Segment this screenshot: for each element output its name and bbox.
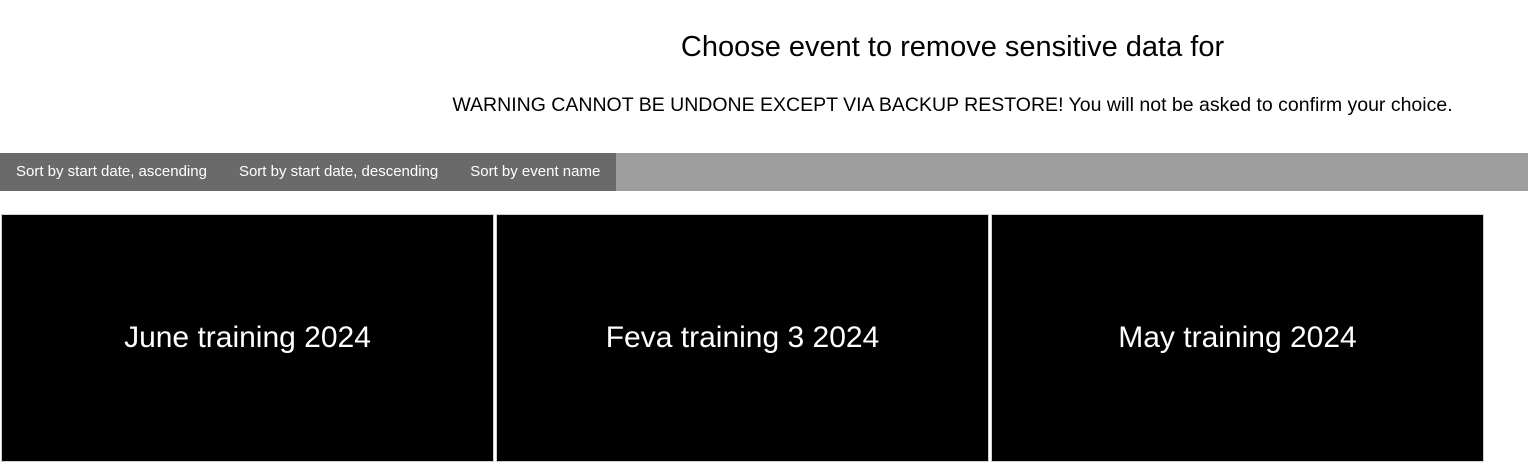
warning-message: WARNING CANNOT BE UNDONE EXCEPT VIA BACK… bbox=[452, 94, 1453, 116]
page-title: Choose event to remove sensitive data fo… bbox=[680, 31, 1225, 63]
sort-toolbar: Sort by start date, ascending Sort by st… bbox=[0, 153, 1528, 191]
event-card-name: Feva training 3 2024 bbox=[605, 321, 880, 354]
sort-start-date-descending-button[interactable]: Sort by start date, descending bbox=[222, 153, 455, 191]
page: Choose event to remove sensitive data fo… bbox=[0, 0, 1528, 475]
sort-start-date-ascending-button[interactable]: Sort by start date, ascending bbox=[0, 153, 223, 191]
event-card-name: May training 2024 bbox=[1118, 321, 1357, 354]
event-card-name: June training 2024 bbox=[124, 321, 371, 354]
event-card[interactable]: May training 2024 bbox=[991, 214, 1484, 462]
sort-event-name-button[interactable]: Sort by event name bbox=[454, 153, 617, 191]
event-card[interactable]: June training 2024 bbox=[1, 214, 494, 462]
event-card[interactable]: Feva training 3 2024 bbox=[496, 214, 989, 462]
event-card-grid: June training 2024 Feva training 3 2024 … bbox=[1, 214, 1484, 462]
